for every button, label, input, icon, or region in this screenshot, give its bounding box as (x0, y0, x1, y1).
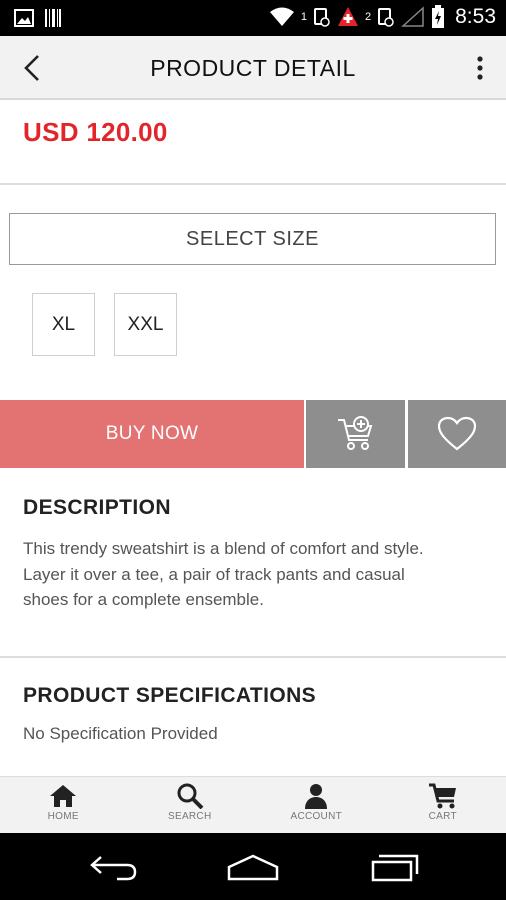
system-navigation-bar (0, 833, 506, 900)
sim1-signal-icon (314, 8, 330, 27)
system-home-button[interactable] (223, 849, 283, 885)
home-icon (50, 785, 77, 807)
description-line: shoes for a complete ensemble. (23, 590, 264, 609)
search-icon (177, 783, 204, 809)
overflow-menu-button[interactable] (468, 50, 492, 86)
heart-icon (437, 416, 477, 451)
wifi-icon (269, 7, 294, 26)
page-title: PRODUCT DETAIL (150, 55, 356, 81)
swiss-cross-icon (338, 7, 358, 26)
system-back-button[interactable] (84, 849, 144, 885)
nav-home-label: HOME (47, 811, 79, 822)
nav-search-label: SEARCH (168, 811, 212, 822)
nav-home[interactable]: HOME (0, 777, 127, 833)
nav-account-label: ACCOUNT (290, 811, 343, 822)
buy-now-button[interactable]: BUY NOW (0, 400, 304, 468)
sim1-label: 1 (300, 11, 307, 23)
cart-icon (428, 783, 456, 809)
specifications-heading: PRODUCT SPECIFICATIONS (23, 684, 317, 707)
account-icon (305, 784, 328, 809)
nav-cart-label: CART (428, 811, 457, 822)
system-recents-button[interactable] (365, 849, 425, 885)
specifications-text: No Specification Provided (23, 724, 218, 743)
select-size-button[interactable]: SELECT SIZE (9, 213, 496, 265)
status-bar: 1 2 8:53 (0, 0, 506, 36)
app-bar: PRODUCT DETAIL (0, 36, 506, 100)
gallery-notification-icon (14, 9, 34, 27)
nav-search[interactable]: SEARCH (127, 777, 254, 833)
wishlist-button[interactable] (408, 400, 506, 468)
description-line: This trendy sweatshirt is a blend of com… (23, 539, 424, 558)
system-recents-icon (371, 854, 419, 882)
add-to-cart-button[interactable] (306, 400, 405, 468)
description-line: Layer it over a tee, a pair of track pan… (23, 564, 405, 584)
clock: 8:53 (455, 5, 496, 28)
more-vert-icon (477, 56, 483, 80)
sim2-label: 2 (365, 11, 372, 23)
description-divider (0, 656, 506, 658)
system-home-icon (227, 854, 279, 881)
system-back-icon (90, 856, 137, 881)
add-to-cart-icon (337, 416, 372, 450)
description-heading: DESCRIPTION (23, 496, 171, 519)
barcode-notification-icon (45, 9, 61, 27)
battery-icon (432, 5, 445, 28)
nav-cart[interactable]: CART (380, 777, 506, 833)
notification-icons (14, 8, 62, 28)
sim2-signal-icon (378, 8, 394, 27)
system-status-icons: 1 2 8:53 (269, 5, 496, 29)
product-price: USD 120.00 (23, 117, 168, 147)
nav-account[interactable]: ACCOUNT (253, 777, 380, 833)
description-text: This trendy sweatshirt is a blend of com… (23, 536, 493, 613)
price-divider (0, 183, 506, 185)
size-option-xxl[interactable]: XXL (114, 293, 177, 356)
size-option-xl[interactable]: XL (32, 293, 95, 356)
bottom-navigation: HOME SEARCH ACCOUNT CART (0, 776, 506, 833)
cell-signal-icon (401, 6, 424, 27)
